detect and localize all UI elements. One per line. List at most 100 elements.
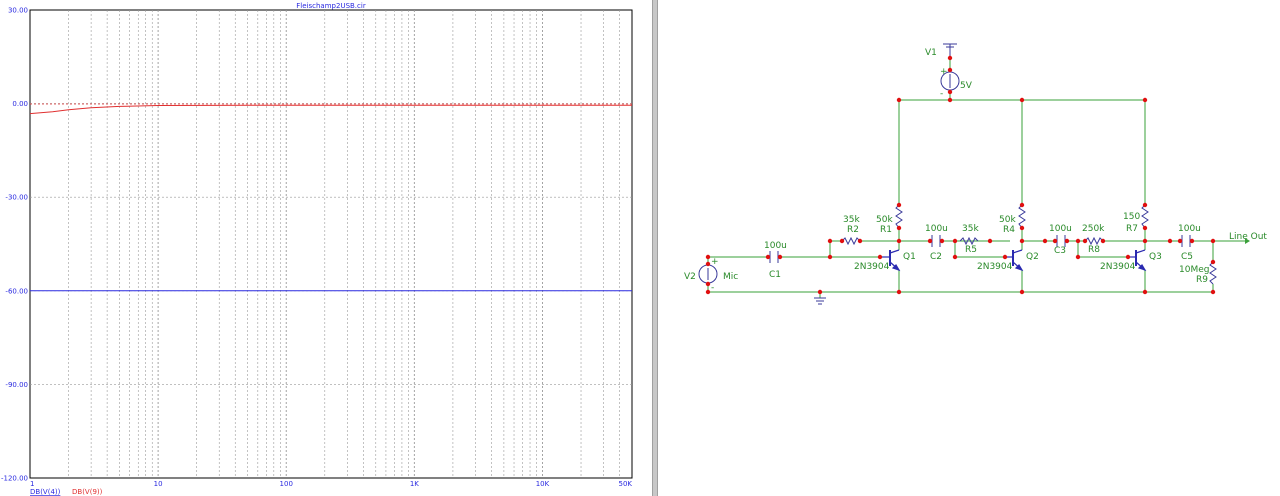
label-r9: R9 <box>1196 275 1208 285</box>
schematic-node[interactable] <box>1167 238 1173 244</box>
schematic-nodes[interactable] <box>705 55 1216 295</box>
schematic-node[interactable] <box>1100 238 1106 244</box>
schematic-node[interactable] <box>777 254 783 260</box>
schematic-node[interactable] <box>927 238 933 244</box>
resistor-r4 <box>1018 204 1026 229</box>
schematic-node[interactable] <box>947 89 953 95</box>
label-r5: R5 <box>965 245 977 255</box>
schematic-node[interactable] <box>765 254 771 260</box>
label-c2-value: 100u <box>925 224 948 234</box>
resistor-r9 <box>1209 261 1217 285</box>
schematic-node[interactable] <box>1177 238 1183 244</box>
schematic-node[interactable] <box>705 289 711 295</box>
plot-title: Fleischamp2USB.cir <box>296 2 366 10</box>
label-r9-value: 10Meg <box>1179 265 1209 275</box>
y-tick-label: 0.00 <box>12 100 28 108</box>
schematic-node[interactable] <box>1142 238 1148 244</box>
schematic-node[interactable] <box>705 281 711 287</box>
label-v1-minus: - <box>940 89 943 99</box>
label-line-out: Line Out <box>1229 232 1267 242</box>
schematic-node[interactable] <box>1019 202 1025 208</box>
schematic-node[interactable] <box>1142 202 1148 208</box>
schematic-node[interactable] <box>839 238 845 244</box>
schematic-node[interactable] <box>939 238 945 244</box>
schematic-node[interactable] <box>1002 254 1008 260</box>
schematic-node[interactable] <box>896 238 902 244</box>
resistor-r2 <box>841 236 861 246</box>
schematic-node[interactable] <box>705 254 711 260</box>
schematic-node[interactable] <box>827 254 833 260</box>
y-tick-labels: 30.00 0.00 -30.00 -60.00 -90.00 -120.00 <box>1 7 28 483</box>
schematic-node[interactable] <box>1019 225 1025 231</box>
schematic-node[interactable] <box>1125 254 1131 260</box>
schematic-node[interactable] <box>947 97 953 103</box>
y-tick-label: -60.00 <box>5 287 28 295</box>
y-tick-label: 30.00 <box>8 7 28 15</box>
label-q2-model: 2N3904 <box>977 262 1013 272</box>
label-v2: V2 <box>684 272 696 282</box>
label-q1: Q1 <box>903 252 916 262</box>
schematic-node[interactable] <box>1075 238 1081 244</box>
plot-pane[interactable]: 30.00 0.00 -30.00 -60.00 -90.00 -120.00 1 10 10… <box>0 0 652 496</box>
capacitor-c2[interactable] <box>931 235 941 247</box>
schematic-node[interactable] <box>952 254 958 260</box>
voltage-source-v2[interactable] <box>698 264 718 284</box>
schematic-node[interactable] <box>947 67 953 73</box>
schematic-node[interactable] <box>1019 238 1025 244</box>
schematic-node[interactable] <box>1210 289 1216 295</box>
schematic-node[interactable] <box>705 261 711 267</box>
label-q1-model: 2N3904 <box>854 262 890 272</box>
schematic-node[interactable] <box>1210 259 1216 265</box>
schematic-node[interactable] <box>896 202 902 208</box>
label-v2-minus: - <box>711 283 714 293</box>
probe-plot[interactable]: 30.00 0.00 -30.00 -60.00 -90.00 -120.00 1 10 10… <box>0 0 652 496</box>
schematic-node[interactable] <box>1019 97 1025 103</box>
schematic-node[interactable] <box>952 238 958 244</box>
schematic-node[interactable] <box>1052 238 1058 244</box>
capacitor-c5[interactable] <box>1181 235 1191 247</box>
schematic-node[interactable] <box>1064 238 1070 244</box>
schematic-node[interactable] <box>1082 238 1088 244</box>
schematic-node[interactable] <box>947 55 953 61</box>
schematic-node[interactable] <box>896 289 902 295</box>
trace-legend-v4[interactable]: DB(V(4)) <box>30 488 61 496</box>
schematic-node[interactable] <box>877 254 883 260</box>
schematic-node[interactable] <box>896 97 902 103</box>
x-tick-label: 1 <box>30 480 34 488</box>
ground-symbol <box>814 297 826 305</box>
trace-legend-v9[interactable]: DB(V(9)) <box>72 488 103 496</box>
schematic-node[interactable] <box>896 225 902 231</box>
x-tick-label: 10K <box>536 480 550 488</box>
schematic-node[interactable] <box>1189 238 1195 244</box>
schematic-node[interactable] <box>1042 238 1048 244</box>
label-v2-plus: + <box>711 257 719 267</box>
schematic-node[interactable] <box>817 289 823 295</box>
label-v1-plus: + <box>940 67 948 77</box>
label-r2-value: 35k <box>843 215 860 225</box>
label-v1: V1 <box>925 48 937 58</box>
label-q3-model: 2N3904 <box>1100 262 1136 272</box>
schematic-node[interactable] <box>1142 225 1148 231</box>
plot-area[interactable] <box>29 9 633 479</box>
schematic-pane[interactable]: V1 5V + - V2 Mic + - 100u C1 35k R2 50k … <box>658 0 1280 496</box>
schematic-node[interactable] <box>1142 97 1148 103</box>
schematic-node[interactable] <box>987 238 993 244</box>
x-tick-label: 50K <box>619 480 633 488</box>
schematic-node[interactable] <box>1019 289 1025 295</box>
label-c5: C5 <box>1181 252 1193 262</box>
resistor-r1 <box>895 204 903 229</box>
schematic-node[interactable] <box>1075 254 1081 260</box>
resistors[interactable] <box>841 204 1217 285</box>
label-r5-value: 35k <box>962 224 979 234</box>
schematic-node[interactable] <box>857 238 863 244</box>
schematic-node[interactable] <box>1142 289 1148 295</box>
schematic-node[interactable] <box>1210 238 1216 244</box>
label-r1-value: 50k <box>876 215 893 225</box>
x-tick-labels: 1 10 100 1K 10K 50K <box>30 480 632 488</box>
label-q2: Q2 <box>1026 252 1039 262</box>
capacitor-c1[interactable] <box>769 251 779 263</box>
schematic-node[interactable] <box>827 238 833 244</box>
schematic-canvas[interactable]: V1 5V + - V2 Mic + - 100u C1 35k R2 50k … <box>658 0 1280 496</box>
x-tick-label: 10 <box>154 480 163 488</box>
label-r7-value: 150 <box>1123 212 1140 222</box>
